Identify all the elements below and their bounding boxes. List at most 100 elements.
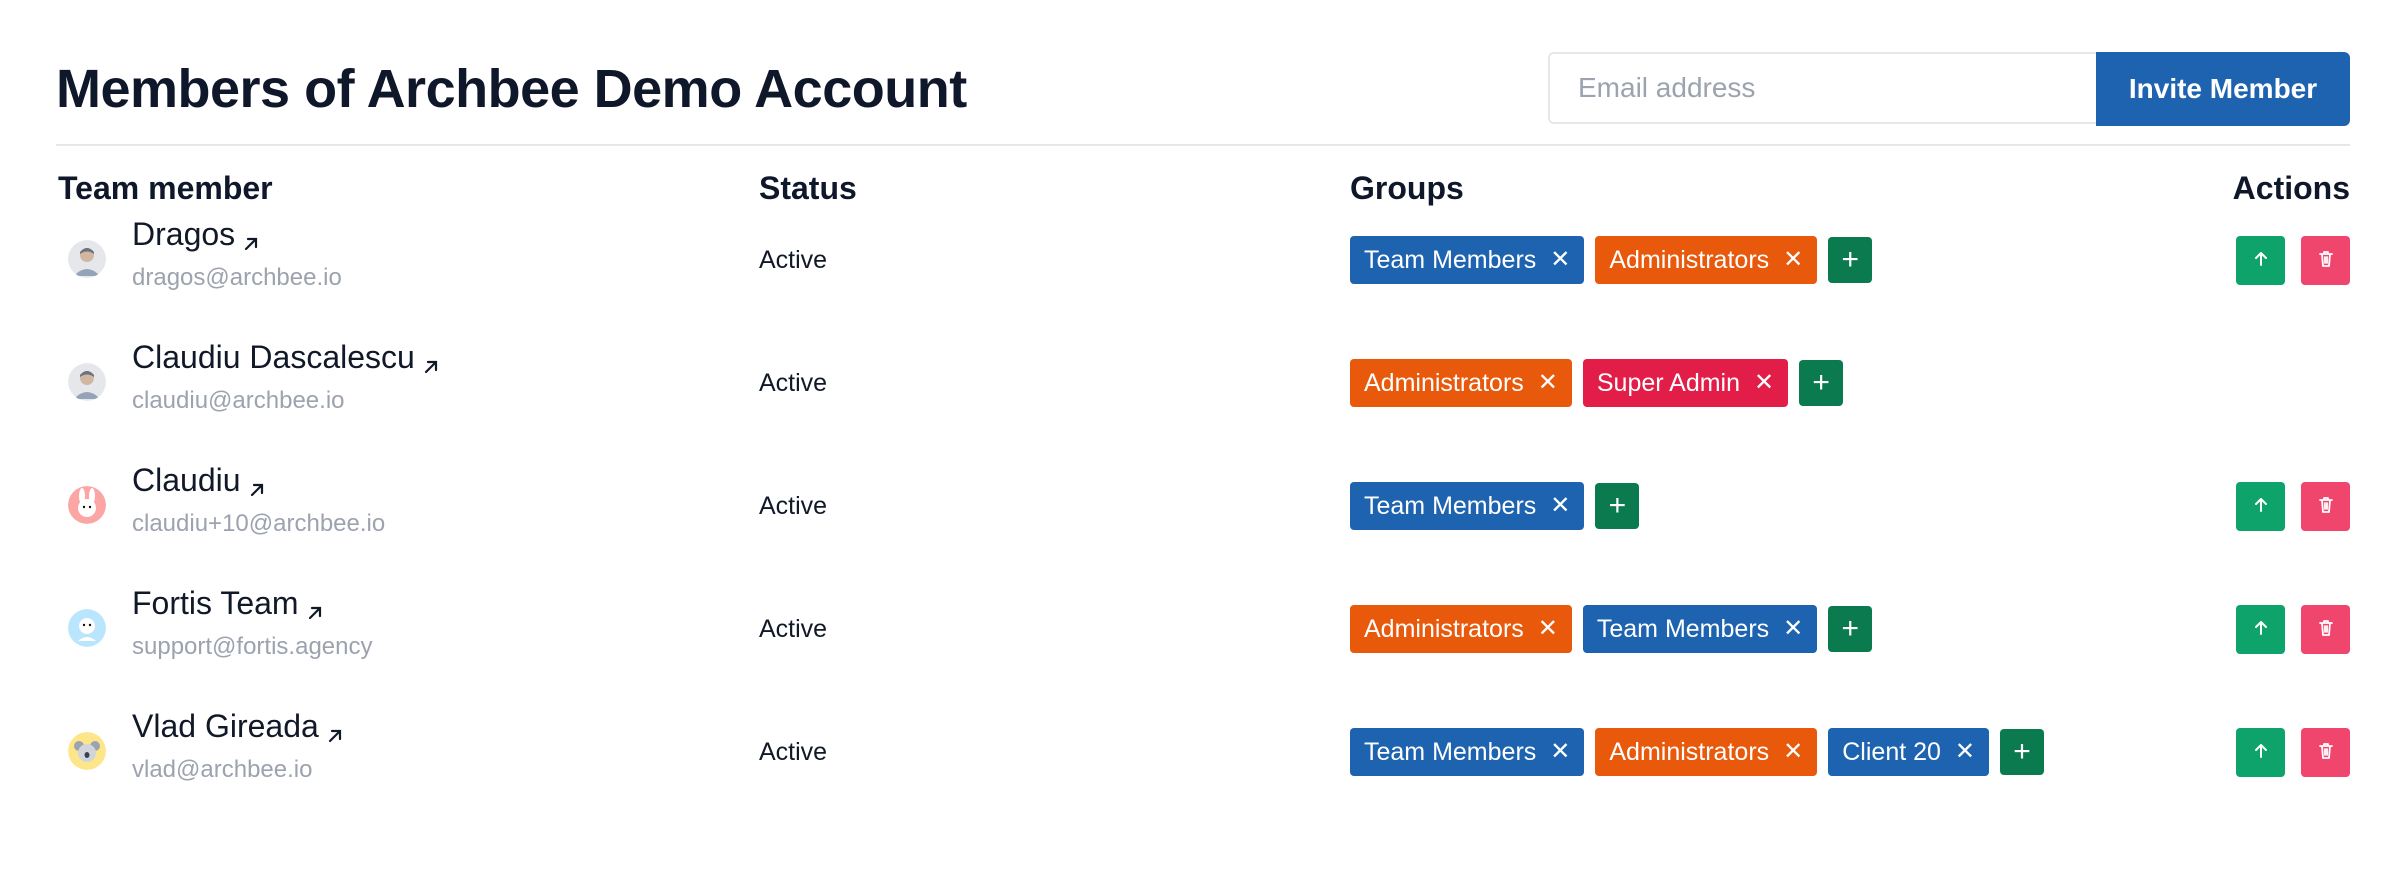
group-tag: Administrators ✕ [1350, 605, 1572, 653]
remove-group-icon[interactable]: ✕ [1955, 740, 1975, 764]
column-header-groups: Groups [1350, 170, 1464, 206]
external-link-icon[interactable] [241, 225, 261, 250]
header-divider [56, 144, 2350, 146]
members-page: Members of Archbee Demo Account Invite M… [56, 0, 2350, 876]
table-row: Vlad Gireada vlad@archbee.io Active Team Me… [56, 698, 2350, 798]
arrow-up-icon [2251, 495, 2271, 518]
row-actions [2236, 482, 2350, 531]
external-link-icon[interactable] [325, 717, 345, 742]
promote-button[interactable] [2236, 728, 2285, 777]
group-tag-label: Administrators [1609, 737, 1770, 766]
group-tag: Administrators ✕ [1595, 236, 1818, 284]
member-status: Active [759, 738, 828, 766]
group-tag-label: Administrators [1609, 245, 1770, 274]
delete-button[interactable] [2301, 236, 2350, 285]
avatar-bunny-icon [68, 486, 106, 524]
remove-group-icon[interactable]: ✕ [1783, 248, 1803, 272]
arrow-up-icon [2251, 741, 2271, 764]
remove-group-icon[interactable]: ✕ [1754, 371, 1774, 395]
avatar-man-icon [68, 240, 106, 278]
member-name[interactable]: Claudiu Dascalescu [132, 339, 415, 376]
external-link-icon[interactable] [421, 348, 441, 373]
trash-icon [2316, 618, 2336, 641]
column-header-actions: Actions [2232, 170, 2350, 206]
add-group-button[interactable]: + [1799, 360, 1844, 406]
member-email: dragos@archbee.io [132, 264, 342, 291]
member-name[interactable]: Dragos [132, 216, 235, 253]
row-actions [2236, 605, 2350, 654]
member-status: Active [759, 369, 828, 397]
promote-button[interactable] [2236, 236, 2285, 285]
remove-group-icon[interactable]: ✕ [1550, 494, 1570, 518]
group-tags: Team Members ✕ Administrators ✕ Client 20 ✕ + [1350, 728, 2045, 776]
member-status: Active [759, 615, 828, 643]
group-tag: Team Members ✕ [1350, 236, 1585, 284]
email-input[interactable] [1548, 52, 2096, 124]
remove-group-icon[interactable]: ✕ [1783, 617, 1803, 641]
member-email: claudiu+10@archbee.io [132, 510, 386, 537]
member-email: claudiu@archbee.io [132, 387, 345, 414]
group-tags: Team Members ✕ Administrators ✕ + [1350, 236, 1873, 284]
promote-button[interactable] [2236, 482, 2285, 531]
promote-button[interactable] [2236, 605, 2285, 654]
group-tags: Administrators ✕ Super Admin ✕ + [1350, 359, 1844, 407]
remove-group-icon[interactable]: ✕ [1550, 740, 1570, 764]
invite-form: Invite Member [1548, 52, 2350, 126]
column-header-status: Status [759, 170, 857, 206]
table-row: Claudiu Dascalescu claudiu@archbee.io Acti… [56, 329, 2350, 429]
delete-button[interactable] [2301, 482, 2350, 531]
add-group-button[interactable]: + [1595, 483, 1640, 529]
member-name-link[interactable]: Claudiu [132, 462, 267, 499]
member-name-link[interactable]: Claudiu Dascalescu [132, 339, 441, 376]
remove-group-icon[interactable]: ✕ [1783, 740, 1803, 764]
group-tag-label: Super Admin [1596, 368, 1741, 397]
member-status: Active [759, 246, 828, 274]
avatar-cartoon-icon [68, 609, 106, 647]
page-title: Members of Archbee Demo Account [56, 59, 967, 119]
group-tags: Administrators ✕ Team Members ✕ + [1350, 605, 1873, 653]
group-tag: Team Members ✕ [1350, 728, 1585, 776]
remove-group-icon[interactable]: ✕ [1538, 617, 1558, 641]
member-email: support@fortis.agency [132, 633, 373, 660]
group-tag-label: Administrators [1364, 368, 1524, 397]
table-row: Claudiu claudiu+10@archbee.io Active Team M… [56, 452, 2350, 552]
row-actions [2236, 236, 2350, 285]
column-header-team-member: Team member [58, 170, 273, 206]
delete-button[interactable] [2301, 728, 2350, 777]
group-tag-label: Client 20 [1842, 737, 1941, 766]
table-row: Dragos dragos@archbee.io Active Team Member… [56, 206, 2350, 306]
external-link-icon[interactable] [247, 471, 267, 496]
group-tag: Super Admin ✕ [1582, 359, 1789, 407]
group-tag: Client 20 ✕ [1828, 728, 1990, 776]
add-group-button[interactable]: + [1828, 606, 1873, 652]
member-name[interactable]: Fortis Team [132, 585, 299, 622]
avatar-man-icon [68, 363, 106, 401]
arrow-up-icon [2251, 249, 2271, 272]
group-tag-label: Administrators [1364, 614, 1524, 643]
member-email: vlad@archbee.io [132, 756, 313, 783]
group-tag-label: Team Members [1364, 245, 1537, 274]
group-tags: Team Members ✕ + [1350, 482, 1640, 530]
trash-icon [2316, 249, 2336, 272]
invite-member-button[interactable]: Invite Member [2096, 52, 2350, 126]
delete-button[interactable] [2301, 605, 2350, 654]
member-status: Active [759, 492, 828, 520]
trash-icon [2316, 495, 2336, 518]
add-group-button[interactable]: + [1828, 237, 1873, 283]
member-name-link[interactable]: Fortis Team [132, 585, 325, 622]
add-group-button[interactable]: + [2000, 729, 2045, 775]
group-tag: Team Members ✕ [1582, 605, 1818, 653]
member-name-link[interactable]: Dragos [132, 216, 261, 253]
member-name[interactable]: Claudiu [132, 462, 241, 499]
group-tag-label: Team Members [1596, 614, 1770, 643]
member-name-link[interactable]: Vlad Gireada [132, 708, 345, 745]
trash-icon [2316, 741, 2336, 764]
group-tag-label: Team Members [1364, 737, 1537, 766]
group-tag-label: Team Members [1364, 491, 1537, 520]
remove-group-icon[interactable]: ✕ [1550, 248, 1570, 272]
external-link-icon[interactable] [305, 594, 325, 619]
avatar-koala-icon [68, 732, 106, 770]
remove-group-icon[interactable]: ✕ [1538, 371, 1558, 395]
table-row: Fortis Team support@fortis.agency Active Ad… [56, 575, 2350, 675]
member-name[interactable]: Vlad Gireada [132, 708, 319, 745]
